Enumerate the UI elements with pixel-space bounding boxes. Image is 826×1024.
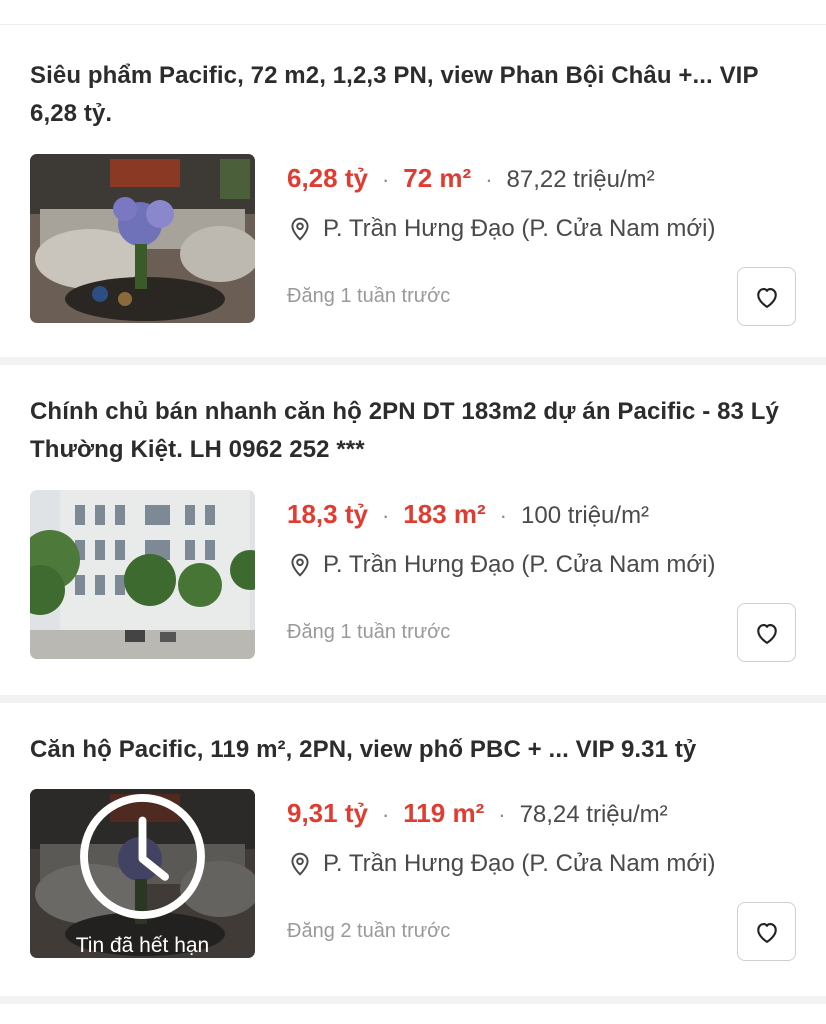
listing-card[interactable]: Căn hộ Pacific, 119 m², 2PN, view phố PB… xyxy=(0,703,826,996)
separator-dot: · xyxy=(381,167,390,192)
listing-address: P. Trần Hưng Đạo (P. Cửa Nam mới) xyxy=(323,215,716,242)
favorite-button[interactable] xyxy=(737,603,796,662)
listing-divider xyxy=(0,695,826,703)
listing-posted-time: Đăng 2 tuần trước xyxy=(287,920,451,942)
favorite-button[interactable] xyxy=(737,267,796,326)
listing-price: 6,28 tỷ xyxy=(287,163,368,193)
listing-thumbnail[interactable] xyxy=(30,154,255,323)
listing-thumbnail[interactable]: Tin đã hết hạn xyxy=(30,789,255,958)
listing-price: 9,31 tỷ xyxy=(287,798,368,828)
living-room-photo xyxy=(30,154,255,323)
listing-area: 183 m² xyxy=(403,499,486,529)
listing-address: P. Trần Hưng Đạo (P. Cửa Nam mới) xyxy=(323,850,716,877)
separator-dot: · xyxy=(381,802,390,827)
location-pin-icon xyxy=(291,852,309,876)
listing-area: 72 m² xyxy=(403,163,472,193)
building-photo xyxy=(30,490,255,659)
separator-dot: · xyxy=(381,503,390,528)
listing-price: 18,3 tỷ xyxy=(287,499,368,529)
listing-title[interactable]: Chính chủ bán nhanh căn hộ 2PN DT 183m2 … xyxy=(30,393,786,469)
location-pin-icon xyxy=(291,217,309,241)
expired-label: Tin đã hết hạn xyxy=(75,934,210,957)
expired-overlay: Tin đã hết hạn xyxy=(30,789,255,958)
heart-outline-icon xyxy=(756,287,777,308)
listing-divider xyxy=(0,357,826,365)
clock-icon xyxy=(80,794,205,919)
listing-posted-time: Đăng 1 tuần trước xyxy=(287,285,451,307)
listing-card[interactable]: Chính chủ bán nhanh căn hộ 2PN DT 183m2 … xyxy=(0,365,826,695)
heart-outline-icon xyxy=(756,623,777,644)
separator-dot: · xyxy=(499,503,507,528)
favorite-button[interactable] xyxy=(737,902,796,961)
separator-dot: · xyxy=(485,167,493,192)
listing-divider xyxy=(0,996,826,1004)
listing-price-per-m2: 78,24 triệu/m² xyxy=(519,801,668,828)
listing-title[interactable]: Siêu phẩm Pacific, 72 m2, 1,2,3 PN, view… xyxy=(30,57,786,133)
listing-posted-time: Đăng 1 tuần trước xyxy=(287,621,451,643)
listing-title[interactable]: Căn hộ Pacific, 119 m², 2PN, view phố PB… xyxy=(30,731,786,769)
top-spacer xyxy=(0,0,826,25)
location-pin-icon xyxy=(291,553,309,577)
listing-card[interactable]: Siêu phẩm Pacific, 72 m2, 1,2,3 PN, view… xyxy=(0,25,826,357)
listing-price-per-m2: 100 triệu/m² xyxy=(521,502,650,529)
heart-outline-icon xyxy=(756,922,777,943)
listing-area: 119 m² xyxy=(403,798,485,828)
listing-price-per-m2: 87,22 triệu/m² xyxy=(506,166,655,193)
separator-dot: · xyxy=(498,802,506,827)
listing-address: P. Trần Hưng Đạo (P. Cửa Nam mới) xyxy=(323,551,716,578)
listing-thumbnail[interactable] xyxy=(30,490,255,659)
